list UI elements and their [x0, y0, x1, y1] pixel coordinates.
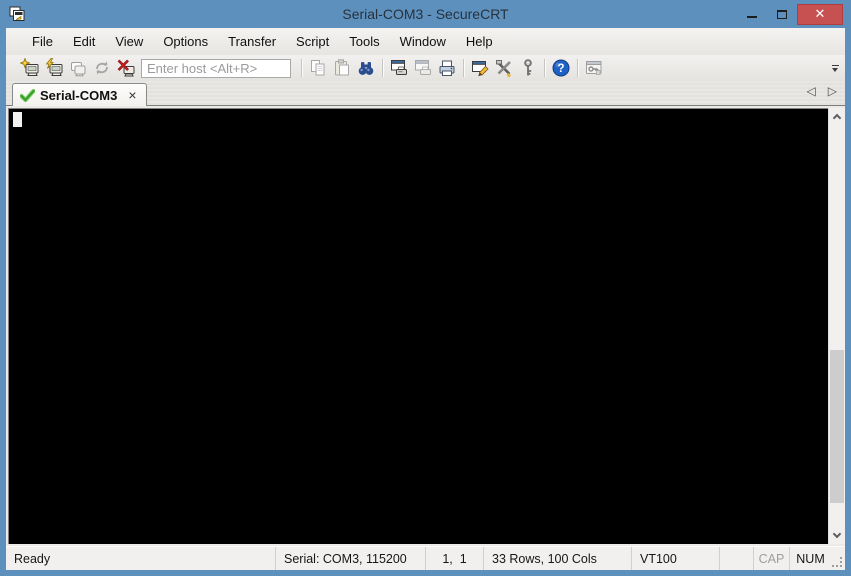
minimize-icon — [747, 16, 757, 18]
toolbar: ? — [6, 55, 845, 81]
global-options-button[interactable] — [492, 57, 516, 79]
reconnect-button[interactable] — [90, 57, 114, 79]
disconnect-button[interactable] — [114, 57, 138, 79]
status-caps-indicator: CAP — [753, 547, 789, 570]
statusbar: Ready Serial: COM3, 115200 1, 1 33 Rows,… — [6, 546, 845, 570]
help-button[interactable]: ? — [549, 57, 573, 79]
chevron-up-icon — [832, 113, 842, 123]
copy-button[interactable] — [306, 57, 330, 79]
status-spacer — [719, 547, 753, 570]
connect-in-tab-icon — [71, 62, 86, 77]
toolbar-overflow-icon — [831, 64, 839, 66]
resize-grip[interactable] — [831, 547, 845, 570]
tab-serial-com3[interactable]: Serial-COM3 × — [12, 83, 147, 106]
menu-help[interactable]: Help — [456, 30, 503, 53]
tabbar: Serial-COM3 × ◁ ▷ — [6, 81, 845, 106]
terminal-screen[interactable] — [8, 108, 828, 544]
resize-grip-icon — [832, 557, 842, 567]
status-grid-size: 33 Rows, 100 Cols — [483, 547, 631, 570]
quick-connect-icon — [45, 58, 63, 76]
tab-scroll-buttons: ◁ ▷ — [807, 84, 837, 98]
menu-edit[interactable]: Edit — [63, 30, 105, 53]
titlebar: Serial-COM3 - SecureCRT ✕ — [6, 0, 845, 28]
vertical-scrollbar[interactable] — [828, 108, 845, 544]
scrollbar-thumb[interactable] — [830, 350, 844, 503]
key-agent-button[interactable] — [516, 57, 540, 79]
menu-view[interactable]: View — [105, 30, 153, 53]
toolbar-separator — [301, 59, 302, 77]
terminal-cursor — [13, 112, 22, 127]
secure-agent-button[interactable] — [582, 57, 606, 79]
terminal-row — [6, 106, 845, 546]
scroll-up-button[interactable] — [829, 108, 845, 125]
host-input[interactable] — [141, 58, 291, 78]
minimize-button[interactable] — [737, 4, 767, 25]
connected-check-icon — [20, 88, 35, 102]
toolbar-separator — [544, 59, 545, 77]
find-icon — [358, 62, 374, 75]
status-emulation: VT100 — [631, 547, 719, 570]
secure-agent-icon — [586, 61, 602, 75]
global-options-icon — [496, 60, 512, 78]
status-serial-connection: Serial: COM3, 115200 — [275, 547, 425, 570]
close-button[interactable]: ✕ — [797, 3, 843, 25]
paste-button[interactable] — [330, 57, 354, 79]
scrollbar-track[interactable] — [829, 125, 845, 527]
menu-tools[interactable]: Tools — [339, 30, 389, 53]
print-screen-button[interactable] — [387, 57, 411, 79]
window-controls: ✕ — [737, 0, 845, 28]
status-num-indicator: NUM — [789, 547, 831, 570]
connect-icon — [20, 58, 39, 76]
close-icon: ✕ — [814, 6, 826, 21]
menu-window[interactable]: Window — [390, 30, 456, 53]
toolbar-separator — [577, 59, 578, 77]
toolbar-separator — [463, 59, 464, 77]
tab-scroll-right-icon[interactable]: ▷ — [828, 84, 837, 98]
app-icon[interactable] — [9, 6, 26, 23]
svg-text:?: ? — [557, 63, 564, 75]
help-icon: ? — [552, 59, 570, 77]
chevron-down-icon — [832, 529, 842, 539]
tab-close-icon[interactable]: × — [128, 88, 136, 102]
print-screen-icon — [391, 60, 407, 75]
tab-scroll-left-icon[interactable]: ◁ — [807, 84, 816, 98]
quick-connect-button[interactable] — [42, 57, 66, 79]
status-ready: Ready — [14, 551, 51, 566]
disconnect-icon — [117, 59, 135, 77]
session-options-icon — [472, 61, 489, 77]
toolbar-overflow-button[interactable] — [828, 60, 842, 76]
print-setup-icon — [415, 60, 431, 75]
copy-icon — [311, 60, 325, 76]
maximize-button[interactable] — [767, 4, 797, 25]
print-setup-button[interactable] — [411, 57, 435, 79]
paste-icon — [335, 59, 349, 76]
window-title: Serial-COM3 - SecureCRT — [342, 6, 509, 22]
menu-options[interactable]: Options — [153, 30, 218, 53]
session-options-button[interactable] — [468, 57, 492, 79]
menu-script[interactable]: Script — [286, 30, 339, 53]
menubar: File Edit View Options Transfer Script T… — [6, 28, 845, 55]
connect-button[interactable] — [18, 57, 42, 79]
print-button[interactable] — [435, 57, 459, 79]
toolbar-separator — [382, 59, 383, 77]
connect-in-tab-button[interactable] — [66, 57, 90, 79]
find-button[interactable] — [354, 57, 378, 79]
status-cursor-position: 1, 1 — [425, 547, 483, 570]
print-icon — [439, 60, 455, 76]
tab-label: Serial-COM3 — [40, 87, 118, 103]
securecrt-window: Serial-COM3 - SecureCRT ✕ File Edit View… — [0, 0, 851, 576]
menu-file[interactable]: File — [22, 30, 63, 53]
reconnect-icon — [96, 61, 108, 75]
key-agent-icon — [524, 59, 532, 76]
maximize-icon — [777, 9, 787, 19]
menu-transfer[interactable]: Transfer — [218, 30, 286, 53]
scroll-down-button[interactable] — [829, 527, 845, 544]
